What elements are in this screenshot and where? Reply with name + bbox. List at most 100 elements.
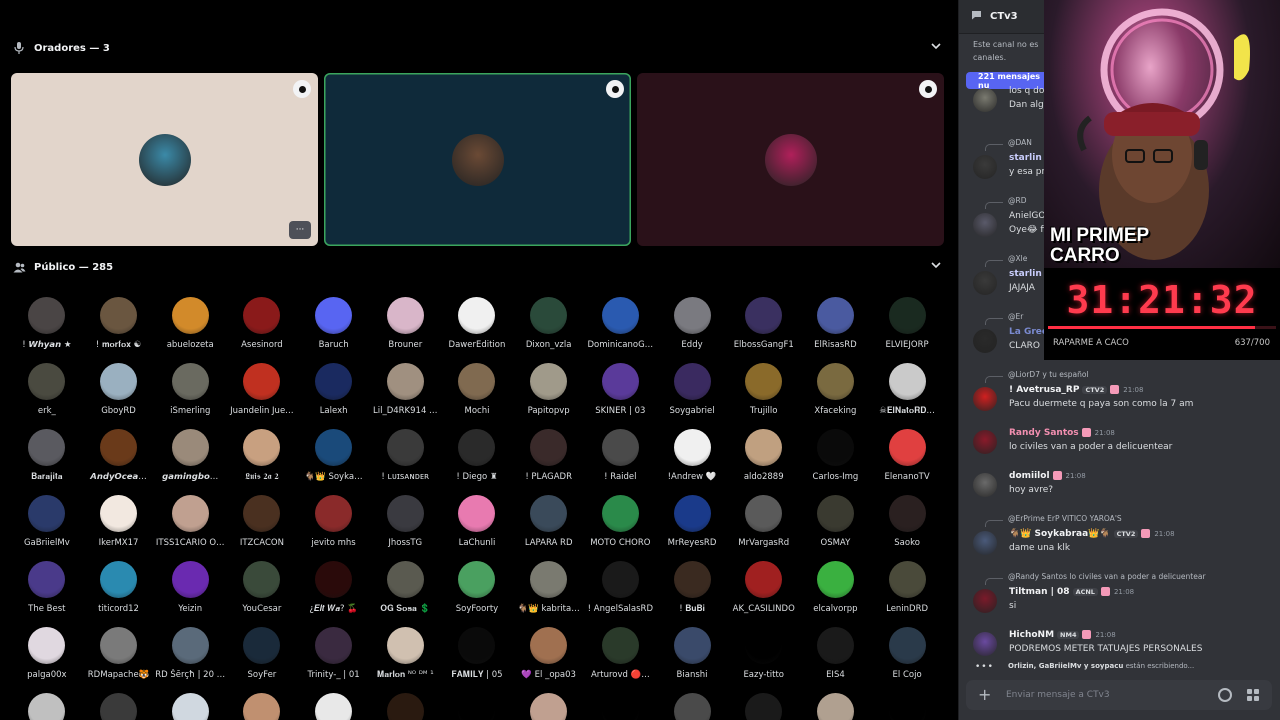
username[interactable]: Randy Santos xyxy=(1009,428,1079,438)
avatar[interactable] xyxy=(888,561,926,598)
reply-preview[interactable]: @Xle xyxy=(1008,254,1027,263)
audience-member[interactable]: !Andrew 🤍 xyxy=(656,429,728,483)
avatar[interactable] xyxy=(458,429,496,466)
avatar[interactable] xyxy=(601,429,639,466)
audience-member[interactable] xyxy=(585,693,657,720)
avatar[interactable] xyxy=(315,561,353,598)
audience-member[interactable] xyxy=(728,693,800,720)
avatar[interactable] xyxy=(601,693,639,720)
chevron-down-icon[interactable] xyxy=(930,259,944,273)
reply-preview[interactable]: @Randy Santos lo civiles van a poder a d… xyxy=(1008,572,1206,581)
audience-member[interactable]: jevito mhs xyxy=(298,495,370,549)
avatar[interactable] xyxy=(673,363,711,400)
avatar[interactable] xyxy=(530,561,568,598)
username[interactable]: starlin xyxy=(1009,269,1042,279)
audience-member[interactable]: YouCesar xyxy=(226,561,298,615)
avatar[interactable] xyxy=(28,495,66,532)
audience-member[interactable] xyxy=(83,693,155,720)
audience-member[interactable]: Xfaceking xyxy=(800,363,872,417)
avatar[interactable] xyxy=(315,693,353,720)
avatar[interactable] xyxy=(816,495,854,532)
avatar[interactable] xyxy=(530,693,568,720)
speaker-avatar[interactable] xyxy=(764,133,817,186)
audience-member[interactable]: El Cojo xyxy=(871,627,943,681)
audience-member[interactable]: GaBriielMv xyxy=(11,495,83,549)
avatar[interactable] xyxy=(601,627,639,664)
avatar[interactable] xyxy=(458,693,496,720)
audience-member[interactable]: ElRisasRD xyxy=(800,297,872,351)
reply-preview[interactable]: @DAN xyxy=(1008,138,1032,147)
audience-member[interactable]: 🐐👑 kabrita… xyxy=(513,561,585,615)
avatar[interactable] xyxy=(386,627,424,664)
avatar[interactable] xyxy=(601,297,639,334)
avatar[interactable] xyxy=(386,561,424,598)
avatar[interactable] xyxy=(973,213,997,237)
speaker-tile[interactable] xyxy=(324,73,631,246)
audience-member[interactable]: iSmerling xyxy=(154,363,226,417)
username[interactable]: ! Avetrusa_RP xyxy=(1009,385,1079,395)
audience-member[interactable]: Dixon_vzla xyxy=(513,297,585,351)
avatar[interactable] xyxy=(745,495,783,532)
username[interactable]: HichoNM xyxy=(1009,630,1054,640)
avatar[interactable] xyxy=(28,627,66,664)
audience-member[interactable]: Arturovd 🔴… xyxy=(585,627,657,681)
audience-member[interactable]: GboyRD xyxy=(83,363,155,417)
audience-member[interactable]: Papitopvp xyxy=(513,363,585,417)
audience-member[interactable]: Lalexh xyxy=(298,363,370,417)
avatar[interactable] xyxy=(171,363,209,400)
avatar[interactable] xyxy=(386,693,424,720)
avatar[interactable] xyxy=(100,297,138,334)
audience-member[interactable]: Eddy xyxy=(656,297,728,351)
avatar[interactable] xyxy=(28,693,66,720)
audience-member[interactable]: ElenanoTV xyxy=(871,429,943,483)
avatar[interactable] xyxy=(171,429,209,466)
audience-member[interactable]: Baruch xyxy=(298,297,370,351)
audience-member[interactable]: ELVIEJORP xyxy=(871,297,943,351)
avatar[interactable] xyxy=(100,363,138,400)
audience-member[interactable] xyxy=(656,693,728,720)
audience-member[interactable]: MrReyesRD xyxy=(656,495,728,549)
avatar[interactable] xyxy=(530,495,568,532)
audience-member[interactable]: Yeizin xyxy=(154,561,226,615)
audience-member[interactable]: The Best xyxy=(11,561,83,615)
avatar[interactable] xyxy=(973,589,997,613)
avatar[interactable] xyxy=(28,297,66,334)
audience-member[interactable] xyxy=(800,693,872,720)
audience-member[interactable]: EIS4 xyxy=(800,627,872,681)
audience-member[interactable]: Carlos-Img xyxy=(800,429,872,483)
username[interactable]: 🐐👑 Soykabraa👑🐐 xyxy=(1009,529,1111,539)
speaker-tile[interactable] xyxy=(637,73,944,246)
audience-member[interactable]: DominicanoG… xyxy=(585,297,657,351)
avatar[interactable] xyxy=(673,627,711,664)
avatar[interactable] xyxy=(745,363,783,400)
avatar[interactable] xyxy=(973,632,997,656)
avatar[interactable] xyxy=(243,429,281,466)
avatar[interactable] xyxy=(816,363,854,400)
reply-preview[interactable]: @RD xyxy=(1008,196,1027,205)
audience-member[interactable]: SKINER | 03 xyxy=(585,363,657,417)
avatar[interactable] xyxy=(100,429,138,466)
audience-section-header[interactable]: Público — 285 xyxy=(12,257,944,277)
avatar[interactable] xyxy=(315,495,353,532)
audience-member[interactable]: ITZCACON xyxy=(226,495,298,549)
audience-member[interactable]: MOTO CHORO xyxy=(585,495,657,549)
avatar[interactable] xyxy=(171,495,209,532)
audience-member[interactable]: ! AngelSalasRD xyxy=(585,561,657,615)
avatar[interactable] xyxy=(745,693,783,720)
avatar[interactable] xyxy=(243,495,281,532)
avatar[interactable] xyxy=(171,297,209,334)
audience-member[interactable]: ☠𝐄𝐥𝐍𝐚𝐭𝐨𝐑𝐃… xyxy=(871,363,943,417)
avatar[interactable] xyxy=(243,561,281,598)
audience-member[interactable]: ! Diego ♜ xyxy=(441,429,513,483)
audience-member[interactable]: Trujillo xyxy=(728,363,800,417)
avatar[interactable] xyxy=(315,429,353,466)
audience-member[interactable]: IkerMX17 xyxy=(83,495,155,549)
avatar[interactable] xyxy=(243,627,281,664)
audience-member[interactable]: Mochi xyxy=(441,363,513,417)
audience-member[interactable] xyxy=(154,693,226,720)
audience-member[interactable]: ! PLAGADR xyxy=(513,429,585,483)
avatar[interactable] xyxy=(315,627,353,664)
audience-member[interactable]: 𝐎𝐆 𝐒𝐨𝐬𝐚 💲 xyxy=(369,561,441,615)
audience-member[interactable]: elcalvorpp xyxy=(800,561,872,615)
audience-member[interactable] xyxy=(871,693,943,720)
